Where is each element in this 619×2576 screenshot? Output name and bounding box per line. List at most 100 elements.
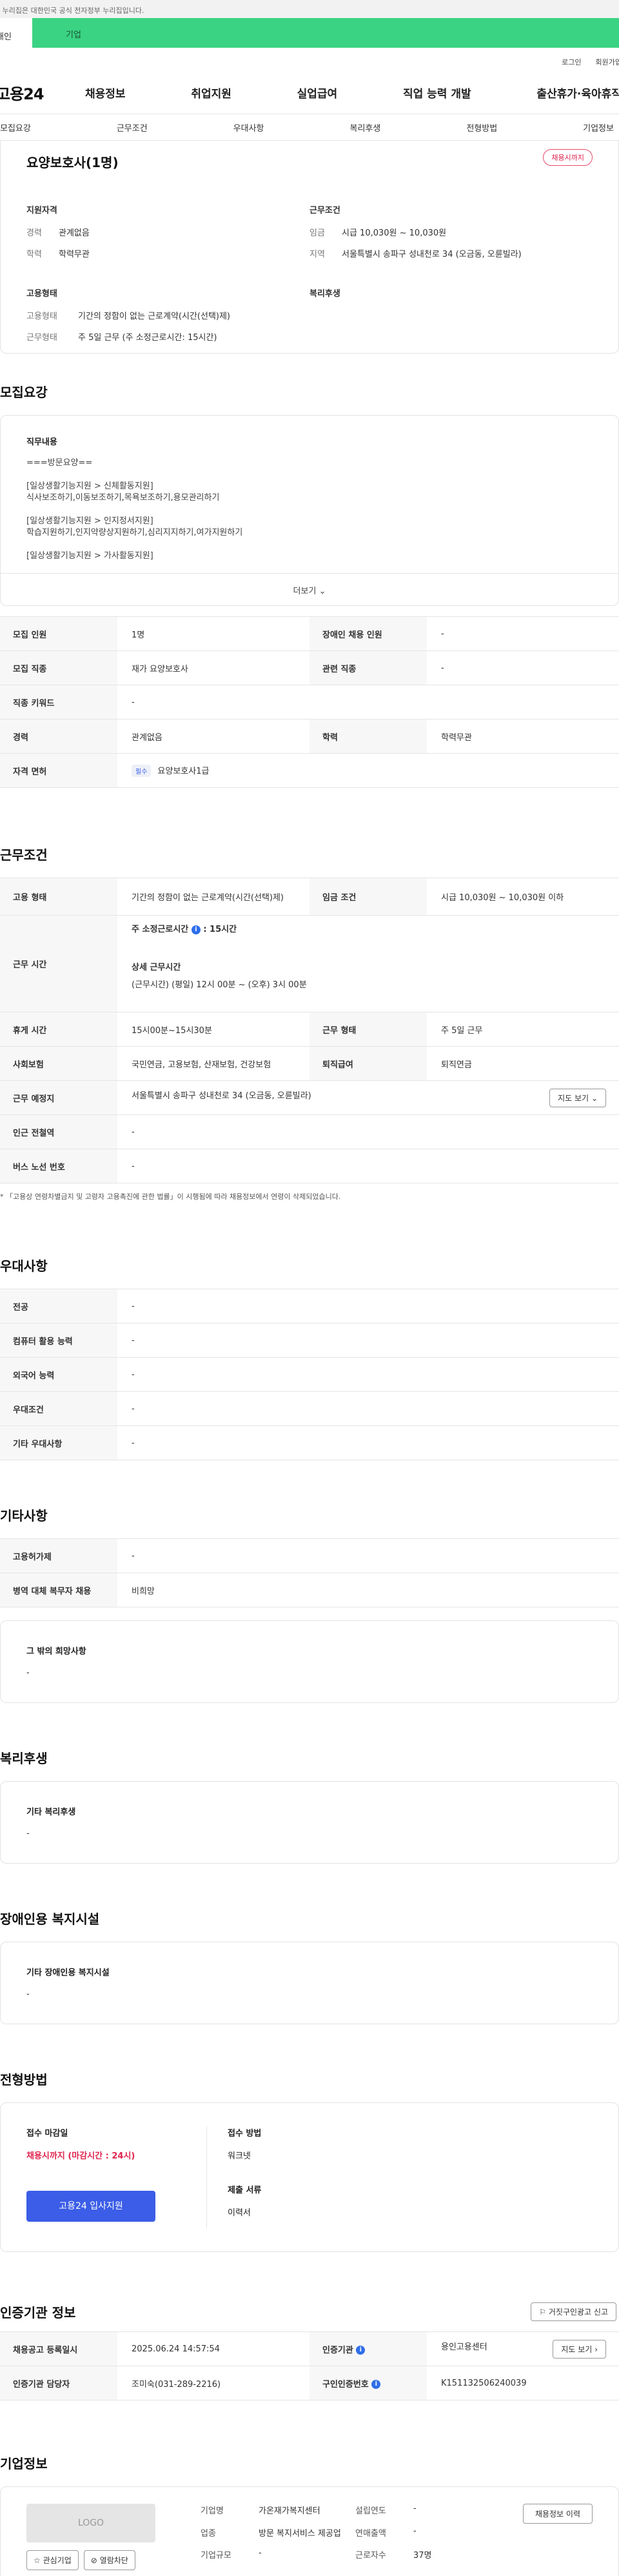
weekly-hours: 주 소정근로시간 i : 15시간 xyxy=(132,922,619,934)
sales-label: 연매출액 xyxy=(355,2528,386,2539)
login-link[interactable]: 로그인 xyxy=(562,57,581,71)
table-cell: - xyxy=(117,1289,619,1323)
table-header: 근무 시간 xyxy=(0,915,117,1012)
table-cell: 재가 요양보호사 xyxy=(117,650,310,685)
table-row: 사회보험 국민연금, 고용보험, 산재보험, 건강보험 퇴직급여 퇴직연금 xyxy=(0,1046,619,1081)
menu-maternity-leave[interactable]: 출산휴가·육아휴직 xyxy=(536,85,619,101)
tab-company-label: 기업 xyxy=(66,30,81,40)
emp-value: 기간의 정함이 없는 근로계약(시간(선택)제) xyxy=(78,312,231,321)
deadline-label: 접수 마감일 xyxy=(26,2129,68,2138)
table-cell: - xyxy=(117,1357,619,1392)
main-menu: 채용정보 취업지원 실업급여 직업 능력 개발 출산휴가·육아휴직 xyxy=(85,85,619,101)
table-cell: 관계없음 xyxy=(117,719,310,754)
table-cell: 국민연금, 고용보험, 산재보험, 건강보험 xyxy=(117,1046,310,1081)
industry-label: 업종 xyxy=(201,2528,216,2539)
menu-employment-support[interactable]: 취업지원 xyxy=(191,85,231,101)
table-row: 인근 전철역 - xyxy=(0,1114,619,1149)
age-law-note-text: 「고용상 연령차별금지 및 고령자 고용촉진에 관한 법률」이 시행됨에 따라 … xyxy=(6,1192,341,1201)
utility-links: 로그인 회원가입 xyxy=(0,48,619,71)
disabled-facility-card: 기타 장애인용 복지시설 - xyxy=(0,1942,619,2024)
more-label: 더보기 xyxy=(293,587,317,596)
table-header: 인증기관 i xyxy=(310,2331,427,2366)
table-cell: - xyxy=(117,1149,619,1183)
block-icon: ⊘ xyxy=(90,2556,97,2565)
flag-icon: ⚐ xyxy=(539,2308,547,2317)
weekly-hours-value: : 15시간 xyxy=(203,925,237,934)
bullet-icon: * xyxy=(0,1192,4,1201)
employment-title: 고용형태 xyxy=(26,289,57,299)
info-icon[interactable]: i xyxy=(191,925,201,934)
docs-label: 제출 서류 xyxy=(228,2186,262,2195)
apply-button[interactable]: 고용24 입사지원 xyxy=(26,2191,155,2222)
block-view-button[interactable]: ⊘ 열람차단 xyxy=(83,2550,135,2570)
desc-line: ===방문요양== xyxy=(26,458,93,468)
table-cell: - xyxy=(117,1538,619,1573)
table-cell: 퇴직연금 xyxy=(427,1046,619,1081)
job-summary-card: 요양보호사(1명) 채용시까지 지원자격 경력 관계없음 학력 학력무관 근무조건 … xyxy=(0,141,619,354)
tab-personal[interactable]: 개인 xyxy=(0,18,32,48)
table-header: 임금 조건 xyxy=(310,878,427,916)
table-header: 자격 면허 xyxy=(0,753,117,788)
report-false-ad-button[interactable]: ⚐ 거짓구인광고 신고 xyxy=(531,2302,616,2321)
weekly-hours-label: 주 소정근로시간 xyxy=(132,925,189,934)
table-cell: 비희망 xyxy=(117,1573,619,1607)
info-icon[interactable]: i xyxy=(356,2346,366,2355)
table-header: 직종 키워드 xyxy=(0,685,117,719)
table-row: 기타 우대사항 - xyxy=(0,1425,619,1460)
table-header: 장애인 채용 인원 xyxy=(310,616,427,651)
sales-value: - xyxy=(413,2526,417,2536)
section-nav-prefer[interactable]: 우대사항 xyxy=(233,121,264,134)
staff-label: 근로자수 xyxy=(355,2551,386,2561)
signup-link[interactable]: 회원가입 xyxy=(596,57,619,71)
table-row: 버스 노선 번호 - xyxy=(0,1149,619,1183)
table-header: 근무 예정지 xyxy=(0,1080,117,1115)
section-nav-selection[interactable]: 전형방법 xyxy=(466,121,497,134)
favorite-company-button[interactable]: ☆ 관심기업 xyxy=(26,2550,79,2570)
qual-label: 학력 xyxy=(26,250,42,259)
detail-hours: (근무시간) (평일) 12시 00분 ~ (오후) 3시 00분 xyxy=(132,980,307,990)
section-nav-work[interactable]: 근무조건 xyxy=(117,121,148,134)
hiring-history-button[interactable]: 채용정보 이력 xyxy=(522,2504,593,2524)
table-header: 관련 직종 xyxy=(310,650,427,685)
more-button[interactable]: 더보기 ⌄ xyxy=(1,573,618,605)
site-logo[interactable]: 고용24 xyxy=(0,81,85,104)
selection-section-title: 전형방법 xyxy=(0,2072,48,2088)
menu-jobs[interactable]: 채용정보 xyxy=(85,85,126,101)
job-description-label: 직무내용 xyxy=(26,438,57,447)
star-icon: ☆ xyxy=(34,2556,41,2565)
chevron-down-icon: ⌄ xyxy=(319,587,326,596)
section-nav: 모집요강 근무조건 우대사항 복리후생 전형방법 기업정보 xyxy=(0,114,619,141)
welfare-title: 복리후생 xyxy=(310,289,340,299)
table-header: 버스 노선 번호 xyxy=(0,1149,117,1183)
table-header: 인증기관 담당자 xyxy=(0,2366,117,2400)
welfare-value: - xyxy=(26,1829,30,1838)
table-row: 우대조건 - xyxy=(0,1391,619,1426)
table-cell: 15시00분~15시30분 xyxy=(117,1012,310,1047)
agency-org: 용인고용센터 xyxy=(441,2342,487,2352)
desc-line: [일상생활기능지원 > 가사활동지원] xyxy=(26,551,153,561)
agency-map-button[interactable]: 지도 보기 › xyxy=(553,2339,606,2359)
tab-company[interactable]: 기업 xyxy=(32,18,619,48)
founded-value: - xyxy=(413,2504,417,2513)
table-cell: 1명 xyxy=(117,616,310,651)
emp-value: 주 5일 근무 (주 소정근로시간: 15시간) xyxy=(78,333,217,343)
disabled-facility-value: - xyxy=(26,1989,30,1999)
section-nav-company[interactable]: 기업정보 xyxy=(583,121,614,134)
desc-line: 학습지원하기,인지약량상지원하기,심리지지하기,여가지원하기 xyxy=(26,528,243,538)
menu-unemployment-benefit[interactable]: 실업급여 xyxy=(297,85,338,101)
info-icon[interactable]: i xyxy=(371,2380,381,2389)
table-header: 컴퓨터 활용 능력 xyxy=(0,1323,117,1358)
section-nav-recruit[interactable]: 모집요강 xyxy=(0,121,31,134)
company-logo: LOGO xyxy=(26,2504,155,2542)
agency-map-label: 지도 보기 xyxy=(561,2344,593,2354)
section-nav-welfare[interactable]: 복리후생 xyxy=(349,121,380,134)
menu-job-training[interactable]: 직업 능력 개발 xyxy=(403,85,471,101)
work-section-title: 근무조건 xyxy=(0,847,48,863)
table-header: 경력 xyxy=(0,719,117,754)
map-button[interactable]: 지도 보기 ⌄ xyxy=(549,1088,606,1107)
favorite-label: 관심기업 xyxy=(43,2556,72,2565)
table-cell: - xyxy=(117,685,619,719)
table-row: 외국어 능력 - xyxy=(0,1357,619,1392)
gov-banner: 이 누리집은 대한민국 공식 전자정부 누리집입니다. xyxy=(0,0,619,18)
table-cell: 필수 요양보호사1급 xyxy=(117,753,619,788)
